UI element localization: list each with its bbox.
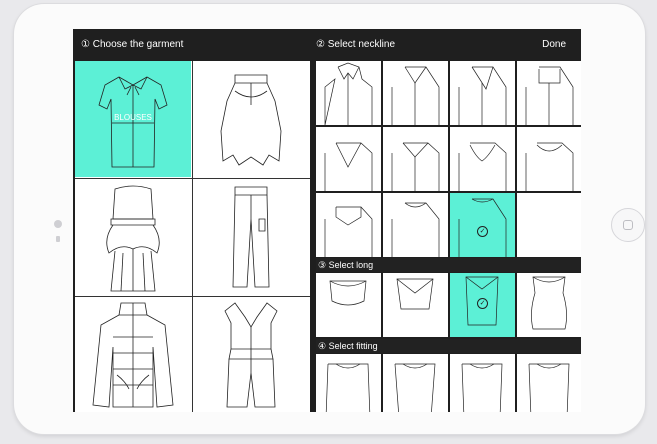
garment-trousers[interactable] xyxy=(193,179,309,295)
bodice-icon xyxy=(458,198,507,257)
neckline-option-8[interactable] xyxy=(517,127,581,191)
top-length-icon xyxy=(531,276,567,330)
bodice-icon xyxy=(525,66,574,125)
bodice-icon xyxy=(391,142,440,191)
top-length-icon xyxy=(396,278,434,310)
fitting-icon xyxy=(528,363,570,412)
garment-jacket[interactable] xyxy=(75,297,191,412)
bodice-icon xyxy=(324,206,373,257)
long-option-1[interactable] xyxy=(316,273,381,337)
checkmark-icon: ✓ xyxy=(477,298,488,309)
dress-icon xyxy=(106,185,160,292)
neckline-option-6[interactable] xyxy=(383,127,448,191)
trousers-icon xyxy=(232,186,270,288)
neckline-option-2[interactable] xyxy=(383,61,448,125)
home-button[interactable] xyxy=(611,208,645,242)
garment-skirt[interactable] xyxy=(193,61,309,177)
neckline-option-4[interactable] xyxy=(517,61,581,125)
camera-icon xyxy=(54,220,62,228)
long-option-4[interactable] xyxy=(517,273,581,337)
fitting-option-2[interactable] xyxy=(383,354,448,412)
long-option-2[interactable] xyxy=(383,273,448,337)
fitting-icon xyxy=(461,363,503,412)
bodice-icon xyxy=(525,142,574,191)
long-option-3[interactable]: ✓ xyxy=(450,273,515,337)
skirt-icon xyxy=(220,74,282,166)
bodice-icon xyxy=(458,66,507,125)
bodice-icon xyxy=(324,142,373,191)
blouse-label: BLOUSES xyxy=(114,113,152,122)
app-screen: ① Choose the garment ② Select neckline D… xyxy=(73,29,581,412)
grid-divider xyxy=(75,296,310,297)
grid-divider xyxy=(192,61,193,412)
neckline-option-9[interactable] xyxy=(316,193,381,257)
grid-divider xyxy=(75,178,310,179)
garment-jumpsuit[interactable] xyxy=(193,297,309,412)
fitting-icon xyxy=(394,363,436,412)
done-button[interactable]: Done xyxy=(542,29,566,61)
step1-title: ① Choose the garment xyxy=(81,39,184,50)
jumpsuit-icon xyxy=(224,302,278,408)
bodice-icon xyxy=(458,142,507,191)
section-long-title: ③ Select long xyxy=(316,258,581,272)
bodice-icon xyxy=(391,202,440,257)
jacket-icon xyxy=(92,302,174,408)
sensor-icon xyxy=(56,236,60,242)
top-length-icon xyxy=(329,280,367,306)
section-fitting-title: ④ Select fitting xyxy=(316,339,581,353)
step2-title: ② Select neckline xyxy=(316,39,396,50)
neckline-option-7[interactable] xyxy=(450,127,515,191)
garment-grid: BLOUSES xyxy=(75,61,310,412)
garment-dress[interactable] xyxy=(75,179,191,295)
bodice-icon xyxy=(324,62,373,125)
options-panel: ✓ ③ Select long ✓ ④ Select fitting xyxy=(316,61,581,412)
home-square-icon xyxy=(623,220,633,230)
neckline-option-1[interactable] xyxy=(316,61,381,125)
bodice-icon xyxy=(391,66,440,125)
checkmark-icon: ✓ xyxy=(477,226,488,237)
neckline-option-5[interactable] xyxy=(316,127,381,191)
fitting-option-1[interactable] xyxy=(316,354,381,412)
neckline-empty-slot xyxy=(517,193,581,257)
fitting-option-4[interactable] xyxy=(517,354,581,412)
neckline-option-3[interactable] xyxy=(450,61,515,125)
fitting-icon xyxy=(325,363,371,412)
neckline-option-11[interactable]: ✓ xyxy=(450,193,515,257)
fitting-option-3[interactable] xyxy=(450,354,515,412)
neckline-option-10[interactable] xyxy=(383,193,448,257)
garment-blouse[interactable]: BLOUSES xyxy=(75,61,191,177)
blouse-icon: BLOUSES xyxy=(98,76,168,168)
